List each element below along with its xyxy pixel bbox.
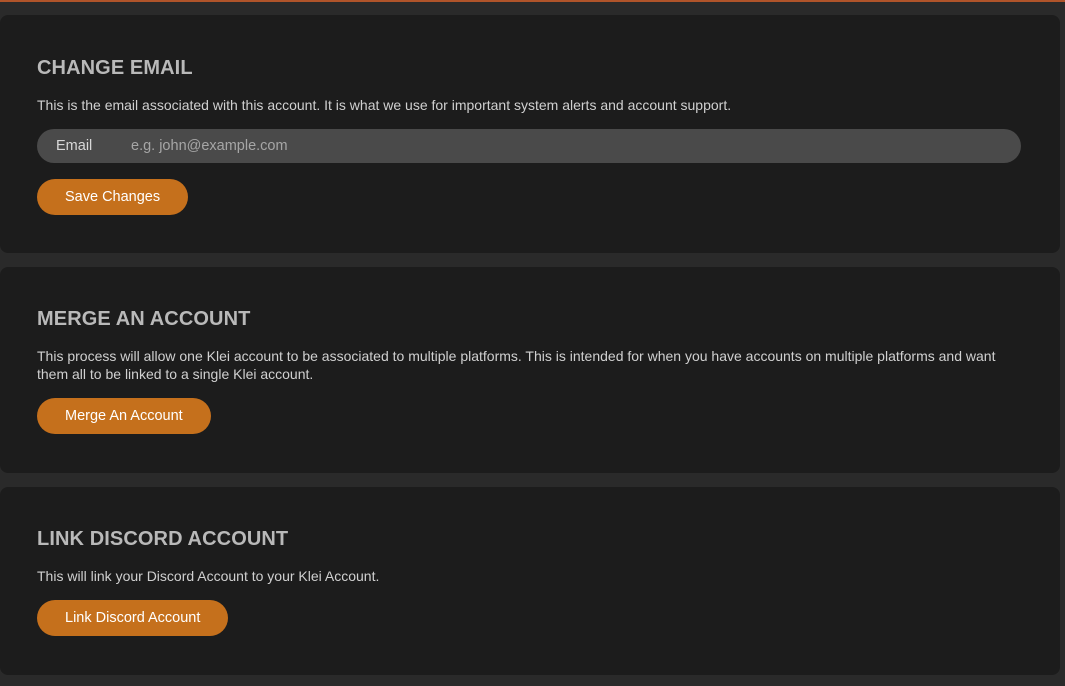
link-discord-button[interactable]: Link Discord Account: [37, 600, 229, 636]
link-discord-title: LINK DISCORD ACCOUNT: [37, 528, 289, 550]
merge-account-panel: MERGE AN ACCOUNT This process will allow…: [0, 267, 1060, 473]
save-changes-button[interactable]: Save Changes: [37, 179, 189, 215]
email-field-label: Email: [56, 138, 93, 154]
link-discord-panel: LINK DISCORD ACCOUNT This will link your…: [0, 487, 1060, 675]
change-email-panel: CHANGE EMAIL This is the email associate…: [0, 15, 1060, 253]
change-email-title: CHANGE EMAIL: [37, 57, 193, 79]
merge-account-button[interactable]: Merge An Account: [37, 398, 211, 434]
change-email-description: This is the email associated with this a…: [37, 97, 732, 113]
top-accent-bar: [0, 0, 1065, 2]
merge-account-description: This process will allow one Klei account…: [37, 348, 996, 382]
email-input[interactable]: [131, 129, 1001, 163]
merge-account-title: MERGE AN ACCOUNT: [37, 308, 251, 330]
email-field[interactable]: Email: [37, 129, 1021, 163]
link-discord-description: This will link your Discord Account to y…: [37, 568, 380, 584]
